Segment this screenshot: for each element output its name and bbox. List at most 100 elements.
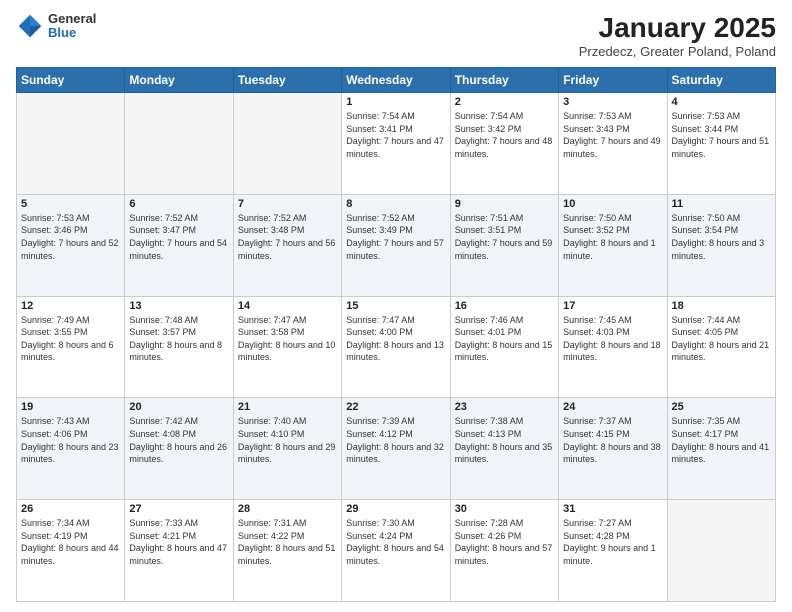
col-monday: Monday xyxy=(125,68,233,93)
cell-date-number: 30 xyxy=(455,503,554,515)
day-cell: 27Sunrise: 7:33 AM Sunset: 4:21 PM Dayli… xyxy=(125,500,233,602)
day-cell: 14 Sunrise: 7:47 AM Sunset: 3:58 PM Dayli… xyxy=(233,296,341,398)
logo: General Blue xyxy=(16,12,96,41)
cell-date-number: 22 xyxy=(346,401,445,413)
cell-date-number: 8 xyxy=(346,198,445,210)
day-cell: 7 Sunrise: 7:52 AM Sunset: 3:48 PM Daylig… xyxy=(233,194,341,296)
cell-info-text: Sunrise: 7:39 AM Sunset: 4:12 PM Dayligh… xyxy=(346,415,445,465)
cell-date-number: 23 xyxy=(455,401,554,413)
cell-date-number: 29 xyxy=(346,503,445,515)
day-cell: 17 Sunrise: 7:45 AM Sunset: 4:03 PM Dayli… xyxy=(559,296,667,398)
col-tuesday: Tuesday xyxy=(233,68,341,93)
col-wednesday: Wednesday xyxy=(342,68,450,93)
cell-info-text: Sunrise: 7:48 AM Sunset: 3:57 PM Dayligh… xyxy=(129,314,228,364)
cell-date-number: 3 xyxy=(563,96,662,108)
cell-info-text: Sunrise: 7:50 AM Sunset: 3:54 PM Dayligh… xyxy=(672,212,771,262)
day-cell: 31 Sunrise: 7:27 AM Sunset: 4:28 PM Dayli… xyxy=(559,500,667,602)
cell-date-number: 15 xyxy=(346,300,445,312)
day-cell: 12 Sunrise: 7:49 AM Sunset: 3:55 PM Dayli… xyxy=(17,296,125,398)
cell-info-text: Sunrise: 7:38 AM Sunset: 4:13 PM Dayligh… xyxy=(455,415,554,465)
cell-date-number: 12 xyxy=(21,300,120,312)
day-cell: 24 Sunrise: 7:37 AM Sunset: 4:15 PM Dayli… xyxy=(559,398,667,500)
day-cell: 13Sunrise: 7:48 AM Sunset: 3:57 PM Dayli… xyxy=(125,296,233,398)
logo-icon xyxy=(16,12,44,40)
col-thursday: Thursday xyxy=(450,68,558,93)
cell-date-number: 14 xyxy=(238,300,337,312)
cell-info-text: Sunrise: 7:54 AM Sunset: 3:41 PM Dayligh… xyxy=(346,110,445,160)
cell-date-number: 17 xyxy=(563,300,662,312)
cell-info-text: Sunrise: 7:44 AM Sunset: 4:05 PM Dayligh… xyxy=(672,314,771,364)
cell-info-text: Sunrise: 7:27 AM Sunset: 4:28 PM Dayligh… xyxy=(563,517,662,567)
cell-date-number: 6 xyxy=(129,198,228,210)
calendar-body: 1 Sunrise: 7:54 AM Sunset: 3:41 PM Daylig… xyxy=(17,93,776,602)
cell-info-text: Sunrise: 7:50 AM Sunset: 3:52 PM Dayligh… xyxy=(563,212,662,262)
cell-info-text: Sunrise: 7:47 AM Sunset: 4:00 PM Dayligh… xyxy=(346,314,445,364)
header: General Blue January 2025 Przedecz, Grea… xyxy=(16,12,776,59)
day-cell xyxy=(667,500,775,602)
logo-line1: General xyxy=(48,12,96,26)
cell-info-text: Sunrise: 7:52 AM Sunset: 3:48 PM Dayligh… xyxy=(238,212,337,262)
cell-date-number: 1 xyxy=(346,96,445,108)
cell-date-number: 10 xyxy=(563,198,662,210)
day-cell: 25Sunrise: 7:35 AM Sunset: 4:17 PM Dayli… xyxy=(667,398,775,500)
day-cell: 15 Sunrise: 7:47 AM Sunset: 4:00 PM Dayli… xyxy=(342,296,450,398)
cell-info-text: Sunrise: 7:47 AM Sunset: 3:58 PM Dayligh… xyxy=(238,314,337,364)
calendar-table: Sunday Monday Tuesday Wednesday Thursday… xyxy=(16,67,776,602)
cell-date-number: 28 xyxy=(238,503,337,515)
cell-info-text: Sunrise: 7:37 AM Sunset: 4:15 PM Dayligh… xyxy=(563,415,662,465)
col-saturday: Saturday xyxy=(667,68,775,93)
cell-date-number: 7 xyxy=(238,198,337,210)
cell-info-text: Sunrise: 7:52 AM Sunset: 3:47 PM Dayligh… xyxy=(129,212,228,262)
cell-date-number: 11 xyxy=(672,198,771,210)
calendar-subtitle: Przedecz, Greater Poland, Poland xyxy=(579,44,776,59)
cell-date-number: 21 xyxy=(238,401,337,413)
day-cell: 29 Sunrise: 7:30 AM Sunset: 4:24 PM Dayli… xyxy=(342,500,450,602)
day-cell: 28 Sunrise: 7:31 AM Sunset: 4:22 PM Dayli… xyxy=(233,500,341,602)
cell-date-number: 18 xyxy=(672,300,771,312)
day-cell: 23 Sunrise: 7:38 AM Sunset: 4:13 PM Dayli… xyxy=(450,398,558,500)
cell-date-number: 31 xyxy=(563,503,662,515)
cell-date-number: 2 xyxy=(455,96,554,108)
calendar-title: January 2025 xyxy=(579,12,776,44)
cell-info-text: Sunrise: 7:53 AM Sunset: 3:43 PM Dayligh… xyxy=(563,110,662,160)
cell-info-text: Sunrise: 7:49 AM Sunset: 3:55 PM Dayligh… xyxy=(21,314,120,364)
day-cell: 18 Sunrise: 7:44 AM Sunset: 4:05 PM Dayli… xyxy=(667,296,775,398)
cell-date-number: 19 xyxy=(21,401,120,413)
cell-info-text: Sunrise: 7:53 AM Sunset: 3:44 PM Dayligh… xyxy=(672,110,771,160)
logo-text: General Blue xyxy=(48,12,96,41)
cell-info-text: Sunrise: 7:33 AM Sunset: 4:21 PM Dayligh… xyxy=(129,517,228,567)
cell-date-number: 26 xyxy=(21,503,120,515)
cell-info-text: Sunrise: 7:51 AM Sunset: 3:51 PM Dayligh… xyxy=(455,212,554,262)
day-cell: 22 Sunrise: 7:39 AM Sunset: 4:12 PM Dayli… xyxy=(342,398,450,500)
cell-info-text: Sunrise: 7:43 AM Sunset: 4:06 PM Dayligh… xyxy=(21,415,120,465)
cell-info-text: Sunrise: 7:30 AM Sunset: 4:24 PM Dayligh… xyxy=(346,517,445,567)
day-cell: 6 Sunrise: 7:52 AM Sunset: 3:47 PM Daylig… xyxy=(125,194,233,296)
day-cell: 21 Sunrise: 7:40 AM Sunset: 4:10 PM Dayli… xyxy=(233,398,341,500)
cell-date-number: 16 xyxy=(455,300,554,312)
day-cell: 30 Sunrise: 7:28 AM Sunset: 4:26 PM Dayli… xyxy=(450,500,558,602)
cell-date-number: 25 xyxy=(672,401,771,413)
cell-info-text: Sunrise: 7:40 AM Sunset: 4:10 PM Dayligh… xyxy=(238,415,337,465)
cell-info-text: Sunrise: 7:53 AM Sunset: 3:46 PM Dayligh… xyxy=(21,212,120,262)
day-cell: 2Sunrise: 7:54 AM Sunset: 3:42 PM Daylig… xyxy=(450,93,558,195)
title-area: January 2025 Przedecz, Greater Poland, P… xyxy=(579,12,776,59)
cell-date-number: 20 xyxy=(129,401,228,413)
col-friday: Friday xyxy=(559,68,667,93)
day-cell: 5Sunrise: 7:53 AM Sunset: 3:46 PM Daylig… xyxy=(17,194,125,296)
day-cell: 3 Sunrise: 7:53 AM Sunset: 3:43 PM Daylig… xyxy=(559,93,667,195)
day-cell: 9Sunrise: 7:51 AM Sunset: 3:51 PM Daylig… xyxy=(450,194,558,296)
cell-info-text: Sunrise: 7:52 AM Sunset: 3:49 PM Dayligh… xyxy=(346,212,445,262)
cell-date-number: 24 xyxy=(563,401,662,413)
cell-info-text: Sunrise: 7:42 AM Sunset: 4:08 PM Dayligh… xyxy=(129,415,228,465)
header-row: Sunday Monday Tuesday Wednesday Thursday… xyxy=(17,68,776,93)
cell-info-text: Sunrise: 7:28 AM Sunset: 4:26 PM Dayligh… xyxy=(455,517,554,567)
cell-date-number: 4 xyxy=(672,96,771,108)
day-cell: 19 Sunrise: 7:43 AM Sunset: 4:06 PM Dayli… xyxy=(17,398,125,500)
cell-info-text: Sunrise: 7:45 AM Sunset: 4:03 PM Dayligh… xyxy=(563,314,662,364)
cell-info-text: Sunrise: 7:31 AM Sunset: 4:22 PM Dayligh… xyxy=(238,517,337,567)
week-row-1: 1 Sunrise: 7:54 AM Sunset: 3:41 PM Daylig… xyxy=(17,93,776,195)
day-cell: 1 Sunrise: 7:54 AM Sunset: 3:41 PM Daylig… xyxy=(342,93,450,195)
day-cell: 8 Sunrise: 7:52 AM Sunset: 3:49 PM Daylig… xyxy=(342,194,450,296)
logo-line2: Blue xyxy=(48,26,96,40)
day-cell xyxy=(233,93,341,195)
